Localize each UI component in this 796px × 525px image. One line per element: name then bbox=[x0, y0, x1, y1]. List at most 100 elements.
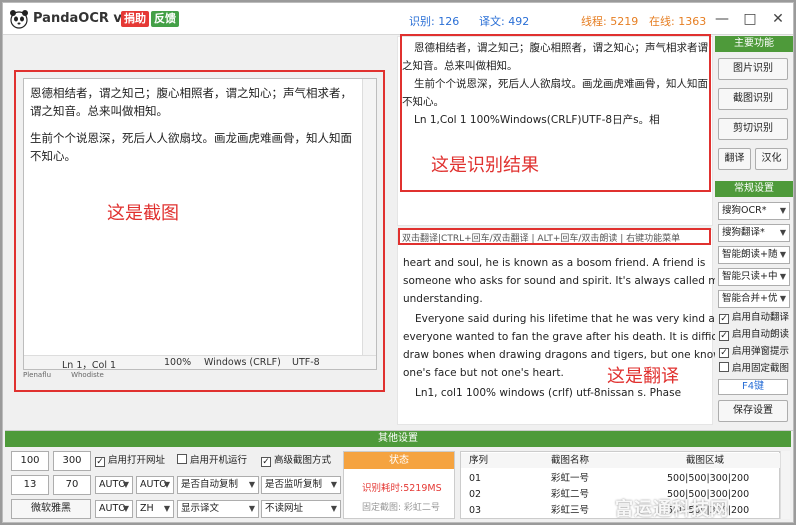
checkbox-icon: ✓ bbox=[719, 348, 729, 358]
checkbox-icon: ✓ bbox=[95, 457, 105, 467]
localize-button[interactable]: 汉化 bbox=[755, 148, 788, 170]
online-count: 在线: 1363 bbox=[649, 15, 707, 28]
maximize-button[interactable]: □ bbox=[737, 7, 763, 31]
other-settings-header: 其他设置 bbox=[5, 431, 791, 447]
read-mode-select[interactable]: 智能朗读+随 ▼ bbox=[718, 246, 790, 264]
chevron-down-icon: ▼ bbox=[122, 480, 129, 489]
status-title: 状态 bbox=[344, 452, 454, 469]
panda-logo-icon bbox=[10, 10, 28, 29]
screenshot-status-bar: Ln 1，Col 1 100% Windows (CRLF) UTF-8 bbox=[24, 355, 376, 371]
donate-badge[interactable]: 捐助 bbox=[121, 11, 149, 27]
translation-line-2: someone who asks for sound and spirit. I… bbox=[403, 275, 746, 287]
screenshot-text-1: 恩德相结者，谓之知己；腹心相照者，谓之知心；声气相求者，谓之知音。总来叫做相知。 bbox=[30, 86, 352, 118]
title-bar: PandaOCR v2.5 捐助 反馈 识别: 126 译文: 492 线程: … bbox=[3, 3, 793, 35]
screenshot-label: 这是截图 bbox=[107, 203, 179, 224]
auto-read-checkbox[interactable]: ✓ 启用自动朗读 bbox=[719, 328, 789, 342]
cell-region: 500|500|300|200 bbox=[667, 473, 750, 484]
ocr-text-1: 恩德相结者，谓之知己；腹心相照者，谓之知心；声气相求者谓之知音。总来叫做相知。 bbox=[402, 42, 708, 72]
cell-name: 彩虹三号 bbox=[551, 505, 590, 516]
checkbox-icon: ✓ bbox=[719, 314, 729, 324]
fixed-capture-name: 固定截图: 彩虹二号 bbox=[362, 503, 440, 513]
cell-name: 彩虹二号 bbox=[551, 489, 590, 500]
watermark: 富运通科技网 bbox=[615, 499, 729, 520]
ocr-text-2: 生前个个说恩深，死后人人欲扇坟。画龙画虎难画骨，知人知面不知心。 bbox=[402, 78, 708, 108]
chevron-down-icon: ▼ bbox=[779, 206, 786, 215]
chevron-down-icon: ▼ bbox=[779, 294, 786, 303]
sidebar: 主要功能 图片识别 截图识别 剪切识别 翻译 汉化 常规设置 搜狗OCR* ▼ 搜… bbox=[715, 36, 793, 426]
main-window: PandaOCR v2.5 捐助 反馈 识别: 126 译文: 492 线程: … bbox=[2, 2, 794, 523]
checkbox-icon bbox=[177, 454, 187, 464]
cell-index: 03 bbox=[469, 505, 482, 516]
display-translation-select[interactable]: 显示译文 ▼ bbox=[177, 500, 259, 518]
source-lang-select[interactable]: AUTO ▼ bbox=[95, 476, 133, 494]
listen-copy-select[interactable]: 是否监听复制 ▼ bbox=[261, 476, 341, 494]
header-name: 截图名称 bbox=[551, 455, 590, 466]
chevron-down-icon: ▼ bbox=[779, 228, 786, 237]
width-input[interactable]: 100 bbox=[11, 451, 49, 471]
status-position: Ln 1，Col 1 bbox=[62, 360, 117, 371]
translation-hint: 双击翻译|CTRL+回车/双击翻译 | ALT+回车/双击朗读 | 右键功能菜单 bbox=[402, 234, 681, 243]
output-lang-select[interactable]: ZH ▼ bbox=[136, 500, 174, 518]
table-row[interactable]: 01 彩虹一号 500|500|300|200 bbox=[461, 471, 781, 486]
ocr-label: 这是识别结果 bbox=[431, 155, 539, 176]
ocr-engine-select[interactable]: 搜狗OCR* ▼ bbox=[718, 202, 790, 220]
translation-line-5: everyone wanted to fan the grave after h… bbox=[403, 331, 745, 343]
screenshot-scrollbar[interactable] bbox=[362, 79, 376, 355]
status-zoom: 100% bbox=[164, 357, 192, 368]
table-scrollbar[interactable] bbox=[780, 451, 790, 519]
height-input[interactable]: 300 bbox=[53, 451, 91, 471]
chevron-down-icon: ▼ bbox=[330, 504, 337, 513]
status-encoding: UTF-8 bbox=[292, 357, 320, 368]
checkbox-icon bbox=[719, 362, 729, 372]
status-eol: Windows (CRLF) bbox=[204, 357, 281, 368]
translate-button[interactable]: 翻译 bbox=[718, 148, 751, 170]
translate-engine-select[interactable]: 搜狗翻译* ▼ bbox=[718, 224, 790, 242]
screenshot-text-2: 生前个个说恩深，死后人人欲扇坟。画龙画虎难画骨，知人知面不知心。 bbox=[30, 131, 352, 163]
minimize-button[interactable]: — bbox=[709, 7, 735, 31]
merge-mode-select[interactable]: 智能合并+优 ▼ bbox=[718, 290, 790, 308]
ocr-result-panel[interactable]: 恩德相结者，谓之知己；腹心相照者，谓之知心；声气相求者谓之知音。总来叫做相知。 … bbox=[397, 36, 713, 226]
target-lang-select[interactable]: AUTO ▼ bbox=[136, 476, 174, 494]
close-button[interactable]: ✕ bbox=[765, 7, 791, 31]
auto-translate-checkbox[interactable]: ✓ 启用自动翻译 bbox=[719, 311, 789, 325]
open-url-checkbox[interactable]: ✓ 启用打开网址 bbox=[95, 454, 165, 468]
recognize-time: 识别耗时:5219MS bbox=[362, 483, 442, 494]
chevron-down-icon: ▼ bbox=[779, 250, 786, 259]
auto-copy-select[interactable]: 是否自动复制 ▼ bbox=[177, 476, 259, 494]
chevron-down-icon: ▼ bbox=[122, 504, 129, 513]
translation-label: 这是翻译 bbox=[607, 366, 679, 387]
cell-index: 02 bbox=[469, 489, 482, 500]
advanced-capture-checkbox[interactable]: ✓ 高级截图方式 bbox=[261, 454, 331, 468]
fixed-screenshot-checkbox[interactable]: 启用固定截图 bbox=[719, 362, 789, 376]
save-settings-button[interactable]: 保存设置 bbox=[718, 400, 788, 422]
checkbox-icon: ✓ bbox=[261, 457, 271, 467]
screenshot-panel[interactable]: 恩德相结者，谓之知己；腹心相照者，谓之知心；声气相求者，谓之知音。总来叫做相知。… bbox=[23, 78, 377, 371]
checkbox-icon: ✓ bbox=[719, 331, 729, 341]
feedback-badge[interactable]: 反馈 bbox=[151, 11, 179, 27]
screenshot-recognize-button[interactable]: 截图识别 bbox=[718, 88, 788, 110]
ocr-text-3: Ln 1,Col 1 100%Windows(CRLF)UTF-8日产s。相 bbox=[414, 114, 660, 126]
chevron-down-icon: ▼ bbox=[330, 480, 337, 489]
general-settings-header: 常规设置 bbox=[715, 181, 793, 197]
translation-line-4: Everyone said during his lifetime that h… bbox=[415, 313, 729, 325]
read-only-select[interactable]: 智能只读+中 ▼ bbox=[718, 268, 790, 286]
cell-name: 彩虹一号 bbox=[551, 473, 590, 484]
font-button[interactable]: 微软雅黑 bbox=[11, 499, 91, 519]
screenshot-bottom-strip: Plenaflu Whodiste bbox=[23, 371, 104, 379]
header-region: 截图区域 bbox=[686, 455, 725, 466]
threads-count: 线程: 5219 bbox=[581, 15, 639, 28]
translation-panel[interactable]: 双击翻译|CTRL+回车/双击翻译 | ALT+回车/双击朗读 | 右键功能菜单… bbox=[397, 229, 745, 425]
startup-run-checkbox[interactable]: 启用开机运行 bbox=[177, 454, 247, 468]
clipboard-recognize-button[interactable]: 剪切识别 bbox=[718, 118, 788, 140]
hotkey-field[interactable]: F4键 bbox=[718, 379, 788, 395]
chevron-down-icon: ▼ bbox=[163, 480, 170, 489]
opacity-input[interactable]: 70 bbox=[53, 475, 91, 495]
recognize-count: 识别: 126 bbox=[409, 15, 460, 28]
read-url-select[interactable]: 不读网址 ▼ bbox=[261, 500, 341, 518]
popup-tip-checkbox[interactable]: ✓ 启用弹窗提示 bbox=[719, 345, 789, 359]
font-size-input[interactable]: 13 bbox=[11, 475, 49, 495]
translate-count: 译文: 492 bbox=[479, 15, 530, 28]
image-recognize-button[interactable]: 图片识别 bbox=[718, 58, 788, 80]
status-box: 状态 识别耗时:5219MS 固定截图: 彩虹二号 bbox=[343, 451, 455, 519]
ocr-lang-select[interactable]: AUTO ▼ bbox=[95, 500, 133, 518]
